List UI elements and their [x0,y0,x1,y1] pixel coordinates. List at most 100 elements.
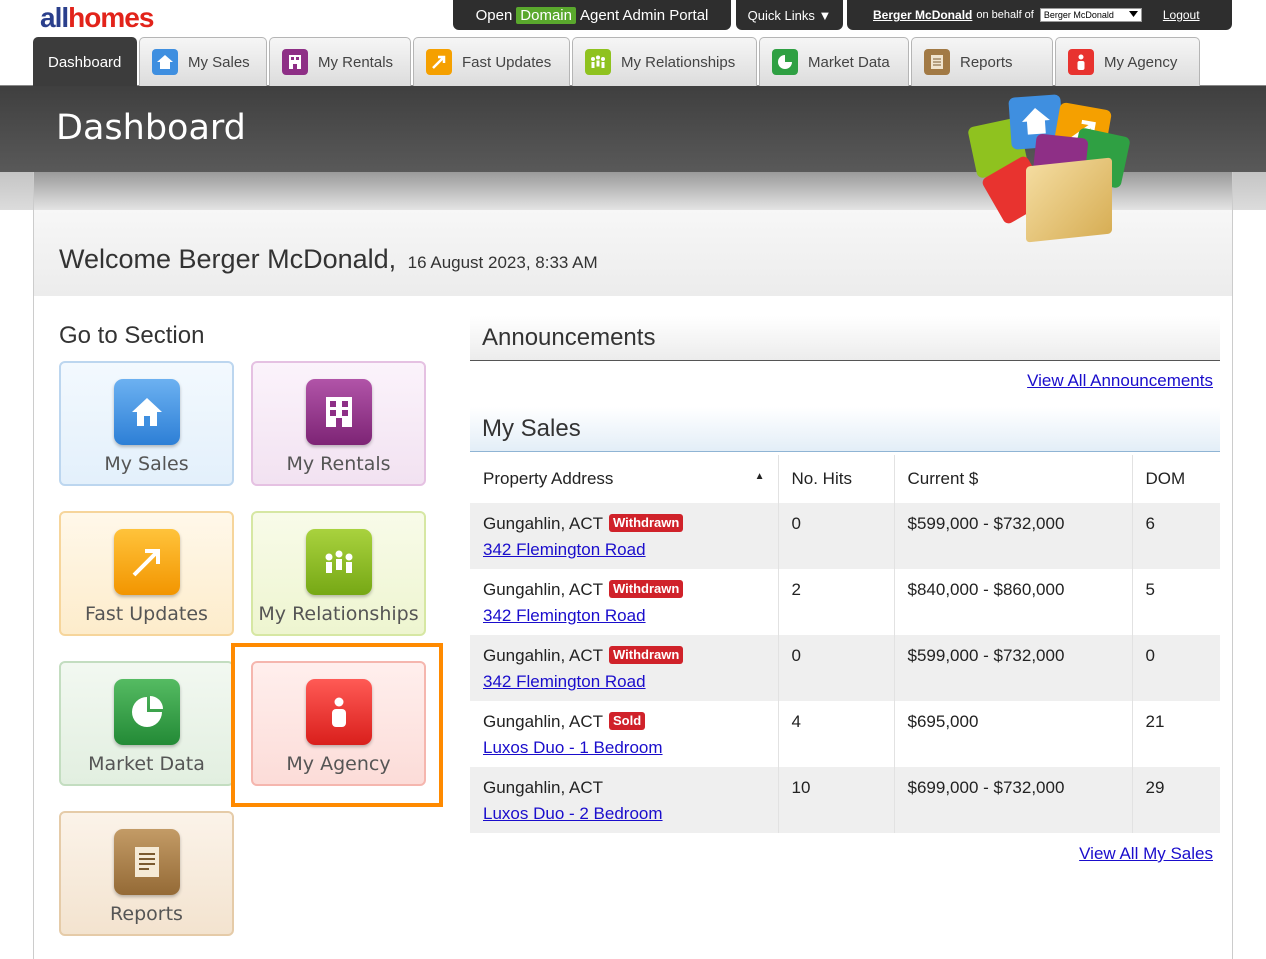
status-badge: Withdrawn [609,580,684,598]
tab-label: My Sales [188,53,250,71]
table-row: Gungahlin, ACT Luxos Duo - 2 Bedroom 10 $… [470,767,1220,833]
logo-part-homes: homes [68,2,154,33]
address-cell: Gungahlin, ACT Sold Luxos Duo - 1 Bedroom [470,701,779,767]
property-address-link[interactable]: 342 Flemington Road [483,672,646,691]
behalf-select[interactable]: Berger McDonald [1039,8,1142,22]
welcome-date: 16 August 2023, 8:33 AM [407,253,598,272]
view-all-announcements-link[interactable]: View All Announcements [1027,371,1213,391]
table-row: Gungahlin, ACT Withdrawn 342 Flemington Ro… [470,569,1220,635]
hits-cell: 10 [778,767,895,833]
table-row: Gungahlin, ACT Withdrawn 342 Flemington Ro… [470,635,1220,701]
table-row: Gungahlin, ACT Sold Luxos Duo - 1 Bedroom … [470,701,1220,767]
allhomes-logo[interactable]: allhomes [40,2,154,34]
tile-label: Fast Updates [85,603,208,625]
price-cell: $599,000 - $732,000 [894,635,1133,701]
tile-my-relationships[interactable]: My Relationships [251,511,426,636]
user-bar: Berger McDonald on behalf of Berger McDo… [847,0,1232,30]
tile-label: My Rentals [286,453,391,475]
dom-cell: 29 [1132,767,1220,833]
tab-dashboard[interactable]: Dashboard [33,37,137,86]
tile-market-data[interactable]: Market Data [59,661,234,786]
tab-label: My Agency [1104,53,1178,71]
hits-cell: 4 [778,701,895,767]
tab-label: My Relationships [621,53,736,71]
tab-reports[interactable]: Reports [911,37,1053,86]
user-name-link[interactable]: Berger McDonald [873,8,972,22]
tile-my-rentals[interactable]: My Rentals [251,361,426,486]
column-label: Property Address [483,469,614,488]
my-sales-table: Property Address ▲ No. Hits Current $ DOM… [470,455,1220,833]
column-header-price[interactable]: Current $ [894,455,1133,503]
price-cell: $599,000 - $732,000 [894,503,1133,569]
house-icon [113,379,180,445]
status-badge: Sold [609,712,646,730]
property-address-link[interactable]: 342 Flemington Road [483,540,646,559]
tile-label: Market Data [88,753,205,775]
dom-cell: 5 [1132,569,1220,635]
column-header-dom[interactable]: DOM [1132,455,1220,503]
go-to-section-title: Go to Section [59,322,205,349]
price-cell: $840,000 - $860,000 [894,569,1133,635]
building-icon [305,379,372,445]
main-nav-tabs: Dashboard My Sales My Rentals Fast Updat… [33,37,1202,86]
address-cell: Gungahlin, ACT Luxos Duo - 2 Bedroom [470,767,779,833]
address-cell: Gungahlin, ACT Withdrawn 342 Flemington Ro… [470,569,779,635]
dom-cell: 21 [1132,701,1220,767]
property-address-link[interactable]: 342 Flemington Road [483,606,646,625]
hits-cell: 0 [778,503,895,569]
tile-reports[interactable]: Reports [59,811,234,936]
on-behalf-label: on behalf of [976,9,1034,21]
logout-link[interactable]: Logout [1163,8,1200,22]
open-domain-portal-button[interactable]: Open Domain Agent Admin Portal [453,0,731,30]
table-header-row: Property Address ▲ No. Hits Current $ DOM [470,455,1220,503]
tab-label: My Rentals [318,53,394,71]
column-header-hits[interactable]: No. Hits [778,455,895,503]
tile-fast-updates[interactable]: Fast Updates [59,511,234,636]
pie-icon [772,49,798,75]
price-cell: $699,000 - $732,000 [894,767,1133,833]
tab-label: Reports [960,53,1013,71]
address-cell: Gungahlin, ACT Withdrawn 342 Flemington Ro… [470,503,779,569]
welcome-message: Welcome Berger McDonald, 16 August 2023,… [59,244,598,275]
announcements-header: Announcements [470,316,1220,361]
tab-my-agency[interactable]: My Agency [1055,37,1200,86]
portal-open-label: Open [475,6,513,24]
dashboard-header-graphic [967,94,1133,264]
page-title: Dashboard [56,108,246,148]
table-row: Gungahlin, ACT Withdrawn 342 Flemington Ro… [470,503,1220,569]
document-icon [113,829,180,895]
column-header-address[interactable]: Property Address ▲ [470,455,779,503]
folder-icon [1026,157,1112,243]
quick-links-button[interactable]: Quick Links ▼ [736,0,843,30]
column-label: DOM [1145,469,1186,488]
property-address-link[interactable]: Luxos Duo - 1 Bedroom [483,738,663,757]
arrow-icon [113,529,180,595]
price-cell: $695,000 [894,701,1133,767]
tab-my-sales[interactable]: My Sales [139,37,267,86]
tab-my-rentals[interactable]: My Rentals [269,37,411,86]
my-sales-header: My Sales [470,407,1220,452]
chevron-down-icon [1128,10,1138,20]
tab-label: Dashboard [48,53,122,71]
logo-part-all: all [40,2,69,33]
tab-market-data[interactable]: Market Data [759,37,909,86]
suburb-text: Gungahlin, ACT [483,712,604,731]
quick-links-label: Quick Links ▼ [747,7,832,23]
column-label: Current $ [907,469,979,488]
suburb-text: Gungahlin, ACT [483,778,604,797]
tile-my-sales[interactable]: My Sales [59,361,234,486]
suburb-text: Gungahlin, ACT [483,514,604,533]
tab-fast-updates[interactable]: Fast Updates [413,37,570,86]
suburb-text: Gungahlin, ACT [483,580,604,599]
behalf-select-value: Berger McDonald [1043,10,1114,20]
view-all-my-sales-link[interactable]: View All My Sales [1079,844,1213,864]
people-icon [585,49,611,75]
announcements-title: Announcements [482,324,656,351]
portal-brand-label: Domain [516,6,576,24]
tab-my-relationships[interactable]: My Relationships [572,37,757,86]
status-badge: Withdrawn [609,646,684,664]
my-sales-title: My Sales [482,415,581,442]
status-badge: Withdrawn [609,514,684,532]
property-address-link[interactable]: Luxos Duo - 2 Bedroom [483,804,663,823]
sort-ascending-icon: ▲ [754,471,765,482]
